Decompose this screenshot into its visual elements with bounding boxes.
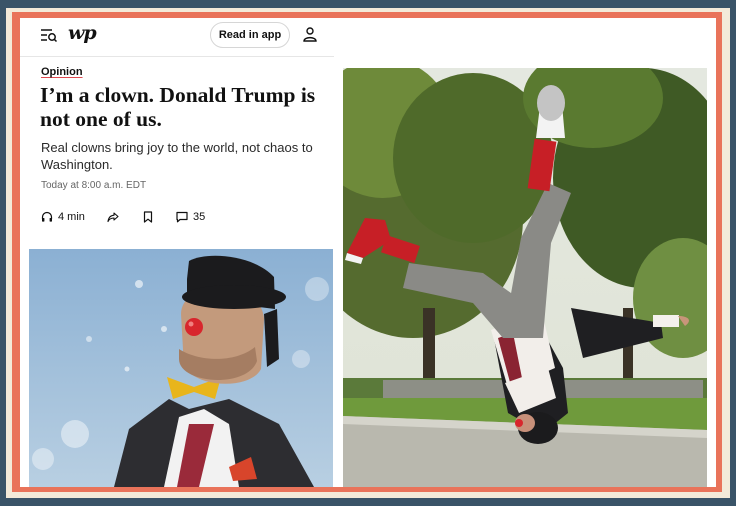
bookmark-icon <box>143 211 153 223</box>
clown-headstand-photo <box>343 68 707 487</box>
section-kicker[interactable]: Opinion <box>41 66 83 78</box>
article-timestamp: Today at 8:00 a.m. EDT <box>41 180 147 191</box>
clown-portrait-photo <box>29 249 333 487</box>
screenshot-canvas: wp Read in app Opinion I’m a clown. Dona… <box>20 18 716 487</box>
article-panel: wp Read in app Opinion I’m a clown. Dona… <box>20 18 340 487</box>
article-dek: Real clowns bring joy to the world, not … <box>41 140 313 172</box>
comment-icon <box>176 211 188 223</box>
comment-count: 35 <box>193 211 206 223</box>
top-bar: wp Read in app <box>20 18 334 57</box>
share-icon <box>107 212 119 223</box>
article-headline: I’m a clown. Donald Trump is not one of … <box>40 83 316 131</box>
comments-button[interactable]: 35 <box>176 209 205 225</box>
listen-button[interactable]: 4 min <box>41 209 85 225</box>
wp-logo[interactable]: wp <box>68 22 97 44</box>
article-action-bar: 4 min 35 <box>41 209 331 225</box>
menu-search-icon[interactable] <box>40 26 58 44</box>
headphones-icon <box>41 211 53 222</box>
bookmark-button[interactable] <box>142 209 154 225</box>
account-icon[interactable] <box>302 26 318 42</box>
listen-time: 4 min <box>58 211 85 223</box>
read-in-app-button[interactable]: Read in app <box>210 22 290 48</box>
share-button[interactable] <box>107 209 119 225</box>
